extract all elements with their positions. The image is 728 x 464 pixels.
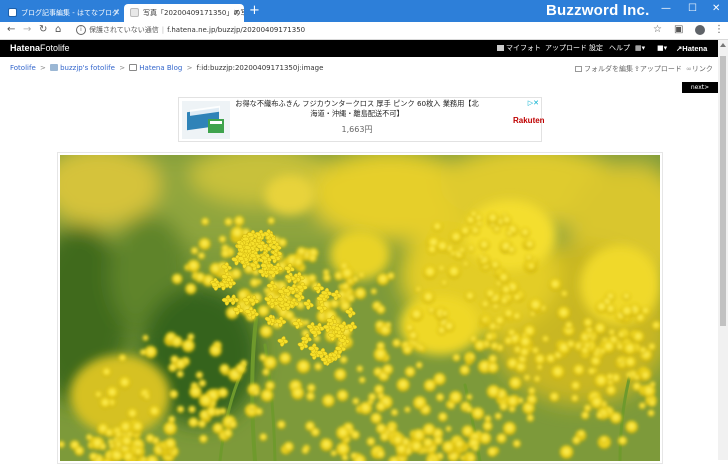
ad-title[interactable]: お得な不織布ふきん フジカウンタークロス 厚手 ピンク 60枚入 業務用【北海道… — [235, 99, 479, 119]
info-icon[interactable]: i — [76, 25, 86, 35]
photo-icon — [497, 45, 504, 51]
tab-close-icon[interactable]: ✕ — [113, 4, 120, 22]
tab-title: 写真「20200409171350」の写真 — [143, 9, 244, 17]
forward-button[interactable]: → — [23, 23, 31, 37]
apps-grid-icon: ▦ — [635, 44, 642, 52]
menu-help[interactable]: ヘルプ — [609, 40, 630, 57]
breadcrumb-fotolife[interactable]: Fotolife — [10, 64, 36, 72]
edit-folder-link[interactable]: フォルダを編集 — [575, 64, 633, 74]
ad-choices-icon[interactable]: ▷✕ — [528, 99, 539, 107]
star-icon[interactable]: ☆ — [653, 23, 662, 37]
tab-blog-edit[interactable]: ブログ記事編集 - はてなブログ ✕ — [2, 4, 124, 22]
breadcrumb-current: f:id:buzzjp:20200409171350j:image — [196, 64, 324, 72]
extensions-icon[interactable]: ▣ — [674, 23, 683, 37]
address-bar[interactable]: 保護されていない通信 | f.hatena.ne.jp/buzzjp/2020040… — [89, 24, 305, 36]
menu-my-photo[interactable]: マイフォト — [497, 40, 541, 57]
account-avatar[interactable] — [695, 25, 705, 35]
upload-link[interactable]: ⇪アップロード — [634, 64, 682, 74]
reload-button[interactable]: ↻ — [39, 23, 47, 37]
next-button[interactable]: next> — [682, 82, 718, 93]
chat-menu[interactable]: ■▾ — [657, 40, 667, 57]
chat-icon: ■ — [657, 44, 664, 52]
link-link[interactable]: ∞リンク — [686, 64, 713, 74]
ad-price: 1,663円 — [341, 125, 373, 134]
rakuten-logo: Rakuten — [513, 116, 545, 125]
tab-favicon-icon — [8, 8, 17, 17]
tab-close-icon[interactable]: ✕ — [233, 4, 240, 22]
user-avatar-icon — [50, 64, 59, 71]
browser-titlebar: ブログ記事編集 - はてなブログ ✕ 写真「20200409171350」の写真… — [0, 0, 728, 22]
url-text: f.hatena.ne.jp/buzzjp/20200409171350 — [167, 26, 306, 34]
new-tab-button[interactable]: + — [249, 3, 260, 19]
hatena-logo[interactable]: ↗Hatena — [676, 40, 707, 57]
page-scrollbar[interactable] — [718, 40, 728, 460]
folder-icon — [129, 64, 138, 71]
menu-upload[interactable]: アップロード — [545, 40, 587, 57]
home-button[interactable]: ⌂ — [55, 23, 61, 37]
tab-photo[interactable]: 写真「20200409171350」の写真 ✕ — [124, 4, 244, 22]
browser-toolbar: ← → ↻ ⌂ i 保護されていない通信 | f.hatena.ne.jp/buzz… — [0, 22, 728, 40]
breadcrumb-user[interactable]: buzzjp's fotolife — [60, 64, 115, 72]
minimize-button[interactable]: — — [661, 2, 671, 16]
tab-favicon-icon — [130, 8, 139, 17]
maximize-button[interactable]: ☐ — [688, 2, 697, 16]
photo-frame — [57, 152, 663, 464]
close-window-button[interactable]: ✕ — [712, 2, 720, 16]
ad-product-image[interactable] — [182, 101, 230, 139]
site-header: HatenaFotolife マイフォト アップロード 設定 ヘルプ ▦▾ ■▾… — [0, 40, 718, 57]
scroll-thumb[interactable] — [720, 56, 726, 326]
back-button[interactable]: ← — [7, 23, 15, 37]
folder-edit-icon — [575, 66, 582, 72]
apps-grid-menu[interactable]: ▦▾ — [635, 40, 645, 57]
rapeseed-flower-photo[interactable] — [60, 155, 660, 461]
menu-icon[interactable]: ⋮ — [714, 23, 724, 37]
scroll-up-icon[interactable] — [720, 43, 726, 47]
breadcrumb: Fotolife > buzzjp's fotolife > Hatena Bl… — [10, 64, 324, 72]
ad-banner[interactable]: お得な不織布ふきん フジカウンタークロス 厚手 ピンク 60枚入 業務用【北海道… — [178, 97, 545, 142]
watermark-logo: Buzzword Inc. — [546, 2, 650, 19]
security-status: 保護されていない通信 — [89, 26, 159, 34]
menu-settings[interactable]: 設定 — [589, 40, 603, 57]
tab-title: ブログ記事編集 - はてなブログ — [21, 9, 119, 17]
site-logo[interactable]: HatenaFotolife — [10, 40, 70, 57]
breadcrumb-folder[interactable]: Hatena Blog — [139, 64, 182, 72]
